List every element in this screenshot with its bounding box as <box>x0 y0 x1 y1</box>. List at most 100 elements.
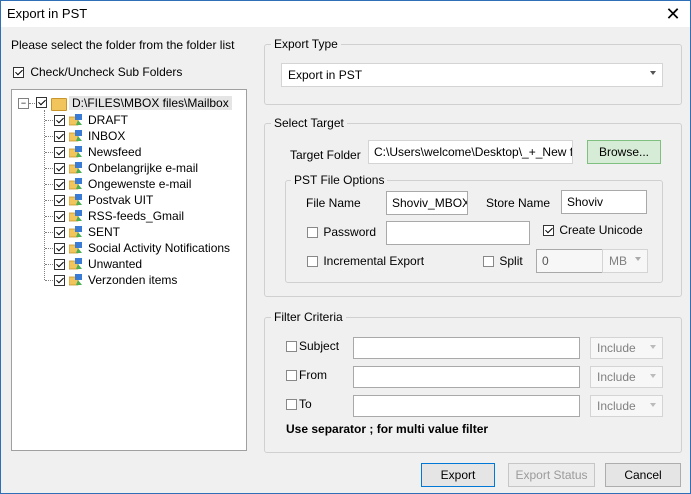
incremental-export-checkbox[interactable] <box>307 256 318 268</box>
browse-button[interactable]: Browse... <box>587 140 661 164</box>
mail-folder-icon <box>69 242 82 254</box>
root-checkbox[interactable] <box>36 97 47 108</box>
tree-item-checkbox[interactable] <box>54 163 65 174</box>
tree-item[interactable]: Postvak UIT <box>12 192 242 208</box>
tree-item[interactable]: INBOX <box>12 128 242 144</box>
tree-item-checkbox[interactable] <box>54 275 65 286</box>
pst-options-title: PST File Options <box>291 173 388 187</box>
tree-connector <box>45 200 53 201</box>
target-folder-input[interactable]: C:\Users\welcome\Desktop\_+_New fold <box>368 140 573 164</box>
create-unicode-label: Create Unicode <box>559 223 643 237</box>
password-input[interactable] <box>386 221 530 245</box>
tree-connector <box>45 216 53 217</box>
tree-item[interactable]: Social Activity Notifications <box>12 240 242 256</box>
split-label: Split <box>499 254 523 268</box>
store-name-label: Store Name <box>486 196 551 210</box>
create-unicode-checkbox[interactable] <box>543 225 554 237</box>
folder-tree: − D:\FILES\MBOX files\Mailbox DRAFT INBOX… <box>11 89 247 451</box>
tree-item[interactable]: Ongewenste e-mail <box>12 176 242 192</box>
filter-option[interactable]: Subject <box>286 339 339 353</box>
incremental-export-option[interactable]: Incremental Export <box>307 254 424 268</box>
tree-item-label: Onbelangrijke e-mail <box>88 161 199 175</box>
split-size-input[interactable]: 0 <box>536 249 604 273</box>
tree-item-label: SENT <box>88 225 121 239</box>
folder-instruction: Please select the folder from the folder… <box>11 38 235 52</box>
tree-item[interactable]: Onbelangrijke e-mail <box>12 160 242 176</box>
filter-mode-value: Include <box>597 399 636 413</box>
file-name-label: File Name <box>306 196 361 210</box>
title-bar: Export in PST ✕ <box>1 1 690 27</box>
check-sub-folders-checkbox[interactable] <box>13 67 24 79</box>
tree-item-checkbox[interactable] <box>54 195 65 206</box>
create-unicode-option[interactable]: Create Unicode <box>543 223 643 237</box>
tree-item-checkbox[interactable] <box>54 227 65 238</box>
split-checkbox[interactable] <box>483 256 494 268</box>
password-label: Password <box>323 225 377 239</box>
split-unit-select[interactable]: MB <box>602 249 648 273</box>
filter-checkbox[interactable] <box>286 399 297 411</box>
chevron-down-icon <box>650 345 656 349</box>
tree-connector <box>29 103 35 104</box>
filter-checkbox[interactable] <box>286 341 297 353</box>
mail-folder-icon <box>69 210 82 222</box>
filter-mode-select[interactable]: Include <box>590 395 663 417</box>
tree-item-checkbox[interactable] <box>54 115 65 126</box>
tree-item-checkbox[interactable] <box>54 211 65 222</box>
tree-item[interactable]: SENT <box>12 224 242 240</box>
mail-folder-icon <box>69 146 82 158</box>
tree-connector <box>45 136 53 137</box>
chevron-down-icon <box>650 71 656 75</box>
export-status-button[interactable]: Export Status <box>508 463 595 487</box>
password-option[interactable]: Password <box>307 225 376 239</box>
store-name-input[interactable]: Shoviv <box>561 190 647 214</box>
filter-value-input[interactable] <box>353 337 580 359</box>
tree-item[interactable]: RSS-feeds_Gmail <box>12 208 242 224</box>
filter-checkbox[interactable] <box>286 370 297 382</box>
check-sub-folders[interactable]: Check/Uncheck Sub Folders <box>13 65 182 79</box>
file-name-input[interactable]: Shoviv_MBOX_ <box>386 191 468 215</box>
tree-root-label[interactable]: D:\FILES\MBOX files\Mailbox <box>69 96 232 110</box>
check-sub-folders-label: Check/Uncheck Sub Folders <box>30 65 183 79</box>
export-type-select[interactable]: Export in PST <box>281 63 663 87</box>
mail-folder-icon <box>69 130 82 142</box>
tree-item-label: Newsfeed <box>88 145 142 159</box>
tree-item-checkbox[interactable] <box>54 147 65 158</box>
tree-item[interactable]: Unwanted <box>12 256 242 272</box>
tree-item[interactable]: Newsfeed <box>12 144 242 160</box>
split-unit-value: MB <box>609 254 627 268</box>
tree-item-checkbox[interactable] <box>54 131 65 142</box>
filter-criteria-title: Filter Criteria <box>271 310 346 324</box>
export-button[interactable]: Export <box>421 463 495 487</box>
tree-item-checkbox[interactable] <box>54 243 65 254</box>
tree-item[interactable]: DRAFT <box>12 112 242 128</box>
filter-mode-select[interactable]: Include <box>590 366 663 388</box>
tree-item-checkbox[interactable] <box>54 259 65 270</box>
tree-item-checkbox[interactable] <box>54 179 65 190</box>
password-checkbox[interactable] <box>307 227 318 239</box>
filter-option[interactable]: From <box>286 368 327 382</box>
filter-mode-value: Include <box>597 370 636 384</box>
tree-connector <box>45 280 53 281</box>
mail-folder-icon <box>69 258 82 270</box>
tree-item-label: Ongewenste e-mail <box>88 177 192 191</box>
tree-connector <box>45 248 53 249</box>
window-title: Export in PST <box>7 6 88 21</box>
filter-option[interactable]: To <box>286 397 312 411</box>
target-folder-label: Target Folder <box>290 148 361 162</box>
filter-label: Subject <box>299 339 340 353</box>
split-option[interactable]: Split <box>483 254 523 268</box>
filter-value-input[interactable] <box>353 366 580 388</box>
select-target-title: Select Target <box>271 116 347 130</box>
tree-item-label: Verzonden items <box>88 273 178 287</box>
tree-item-label: DRAFT <box>88 113 128 127</box>
cancel-button[interactable]: Cancel <box>605 463 681 487</box>
filter-label: From <box>299 368 327 382</box>
tree-item[interactable]: Verzonden items <box>12 272 242 288</box>
filter-label: To <box>299 397 312 411</box>
filter-value-input[interactable] <box>353 395 580 417</box>
collapse-icon[interactable]: − <box>18 98 29 109</box>
tree-connector <box>45 168 53 169</box>
close-icon[interactable]: ✕ <box>656 1 690 27</box>
tree-connector <box>45 120 53 121</box>
filter-mode-select[interactable]: Include <box>590 337 663 359</box>
